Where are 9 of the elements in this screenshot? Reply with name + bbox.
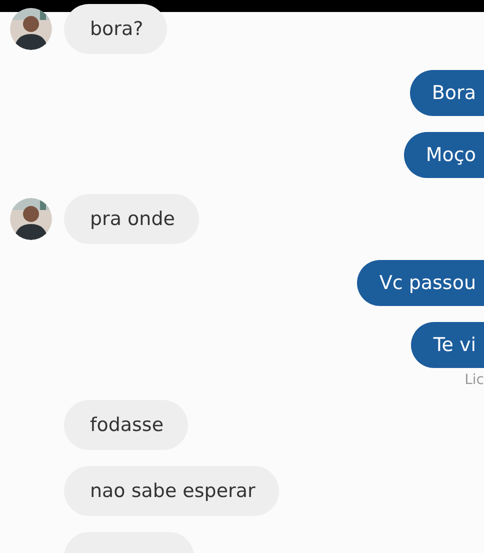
message-bubble: Vc passou xyxy=(357,260,484,306)
message-bubble: bora? xyxy=(64,4,168,54)
message-bubble: Te vi xyxy=(411,322,484,368)
message-bubble: nao sabe esperar xyxy=(64,466,280,516)
message-bubble: pra onde xyxy=(64,194,199,244)
message-bubble: Bora xyxy=(410,70,484,116)
read-status: Lic xyxy=(464,372,484,388)
message-bubble: Moço xyxy=(404,132,484,178)
message-bubble: fodasse xyxy=(64,400,188,450)
